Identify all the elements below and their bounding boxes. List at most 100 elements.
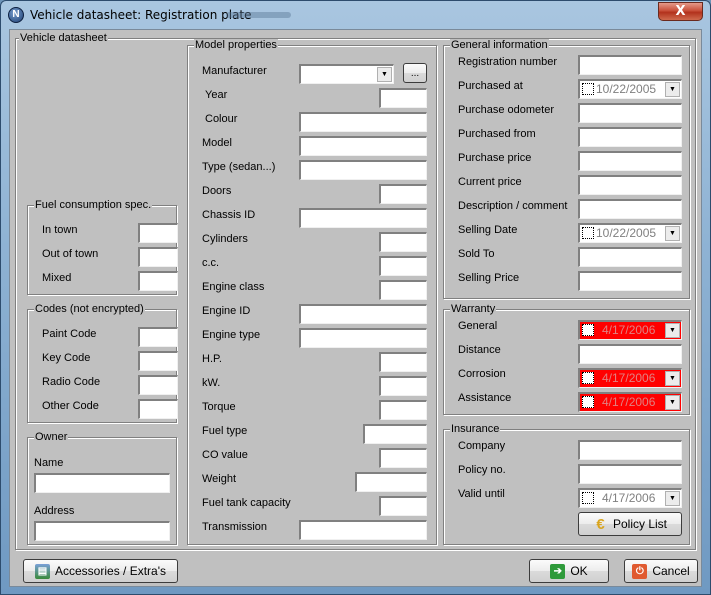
in-town-input[interactable]	[138, 223, 178, 243]
engine-class-label: Engine class	[202, 281, 265, 293]
cylinders-input[interactable]	[379, 232, 427, 252]
fuel-consumption-group: Fuel consumption spec. In town Out of to…	[27, 199, 178, 295]
warranty-corrosion-checkbox[interactable]	[582, 372, 594, 384]
warranty-assistance-datepicker[interactable]: 4/17/2006 ▼	[578, 392, 682, 412]
doors-label: Doors	[202, 185, 232, 197]
other-code-input[interactable]	[138, 399, 178, 419]
chevron-down-icon[interactable]: ▼	[665, 323, 680, 338]
warranty-assistance-checkbox[interactable]	[582, 396, 594, 408]
fuel-type-input[interactable]	[363, 424, 427, 444]
engine-class-input[interactable]	[379, 280, 427, 300]
purchase-odometer-label: Purchase odometer	[458, 104, 554, 116]
cancel-button[interactable]: ⏻ Cancel	[624, 559, 698, 583]
ok-label: OK	[570, 564, 588, 578]
colour-input[interactable]	[299, 112, 427, 132]
description-label: Description / comment	[458, 200, 568, 212]
hp-input[interactable]	[379, 352, 427, 372]
sold-to-input[interactable]	[578, 247, 682, 267]
key-code-input[interactable]	[138, 351, 178, 371]
current-price-input[interactable]	[578, 175, 682, 195]
general-information-group: General information Registration number …	[443, 39, 690, 299]
insurance-company-input[interactable]	[578, 440, 682, 460]
paint-code-label: Paint Code	[42, 328, 97, 340]
radio-code-input[interactable]	[138, 375, 178, 395]
warranty-general-label: General	[458, 320, 498, 332]
title-bar[interactable]: N Vehicle datasheet: Registration plate …	[1, 1, 710, 29]
selling-price-input[interactable]	[578, 271, 682, 291]
window-title: Vehicle datasheet: Registration plate	[30, 8, 252, 22]
model-input[interactable]	[299, 136, 427, 156]
manufacturer-browse-button[interactable]: ...	[403, 63, 427, 83]
colour-label: Colour	[205, 113, 238, 125]
warranty-general-checkbox[interactable]	[582, 324, 594, 336]
year-input[interactable]	[379, 88, 427, 108]
purchase-odometer-input[interactable]	[578, 103, 682, 123]
out-of-town-input[interactable]	[138, 247, 178, 267]
chevron-down-icon[interactable]: ▼	[665, 82, 680, 97]
cc-input[interactable]	[379, 256, 427, 276]
mixed-input[interactable]	[138, 271, 178, 291]
co-value-label: CO value	[202, 449, 248, 461]
valid-until-datepicker[interactable]: 4/17/2006 ▼	[578, 488, 682, 508]
model-properties-group: Model properties Manufacturer ▼ ... Year…	[187, 39, 437, 545]
warranty-corrosion-datepicker[interactable]: 4/17/2006 ▼	[578, 368, 682, 388]
fuel-tank-capacity-input[interactable]	[379, 496, 427, 516]
owner-address-input[interactable]	[34, 521, 170, 541]
warranty-distance-input[interactable]	[578, 344, 682, 364]
warranty-general-datepicker[interactable]: 4/17/2006 ▼	[578, 320, 682, 340]
selling-date-datepicker[interactable]: 10/22/2005 ▼	[578, 223, 682, 243]
codes-legend: Codes (not encrypted)	[34, 303, 145, 316]
manufacturer-select[interactable]: ▼	[299, 64, 394, 84]
kw-input[interactable]	[379, 376, 427, 396]
purchase-price-input[interactable]	[578, 151, 682, 171]
description-input[interactable]	[578, 199, 682, 219]
engine-id-input[interactable]	[299, 304, 427, 324]
weight-input[interactable]	[355, 472, 427, 492]
app-icon: N	[8, 7, 24, 23]
doors-input[interactable]	[379, 184, 427, 204]
selling-date-checkbox[interactable]	[582, 227, 594, 239]
chassis-id-input[interactable]	[299, 208, 427, 228]
purchased-at-datepicker[interactable]: 10/22/2005 ▼	[578, 79, 682, 99]
valid-until-checkbox[interactable]	[582, 492, 594, 504]
transmission-input[interactable]	[299, 520, 427, 540]
warranty-distance-label: Distance	[458, 344, 501, 356]
blurred-title-suffix	[226, 12, 291, 18]
euro-icon: €	[596, 515, 605, 533]
torque-input[interactable]	[379, 400, 427, 420]
type-input[interactable]	[299, 160, 427, 180]
policy-no-input[interactable]	[578, 464, 682, 484]
purchased-at-checkbox[interactable]	[582, 83, 594, 95]
purchased-at-value: 10/22/2005	[596, 82, 657, 96]
close-button[interactable]: X	[658, 2, 703, 21]
co-value-input[interactable]	[379, 448, 427, 468]
warranty-assistance-label: Assistance	[458, 392, 512, 404]
ok-button[interactable]: ➔ OK	[529, 559, 609, 583]
vehicle-datasheet-legend: Vehicle datasheet	[19, 32, 108, 45]
arrow-right-icon: ➔	[550, 563, 566, 579]
purchased-from-label: Purchased from	[458, 128, 536, 140]
valid-until-label: Valid until	[458, 488, 505, 500]
policy-list-button[interactable]: € Policy List	[578, 512, 682, 536]
warranty-corrosion-value: 4/17/2006	[602, 371, 656, 385]
engine-type-input[interactable]	[299, 328, 427, 348]
paint-code-input[interactable]	[138, 327, 178, 347]
chevron-down-icon[interactable]: ▼	[665, 395, 680, 410]
codes-group: Codes (not encrypted) Paint Code Key Cod…	[27, 303, 178, 423]
chevron-down-icon[interactable]: ▼	[665, 226, 680, 241]
owner-name-input[interactable]	[34, 473, 170, 493]
type-label: Type (sedan...)	[202, 161, 276, 173]
policy-list-label: Policy List	[612, 517, 668, 531]
in-town-label: In town	[42, 224, 78, 236]
insurance-legend: Insurance	[450, 423, 501, 436]
purchased-from-input[interactable]	[578, 127, 682, 147]
accessories-button[interactable]: ▤ Accessories / Extra's	[23, 559, 178, 583]
dialog-client: Vehicle datasheet Fuel consumption spec.…	[9, 29, 702, 587]
chevron-down-icon[interactable]: ▼	[665, 371, 680, 386]
chevron-down-icon[interactable]: ▼	[377, 67, 392, 82]
current-price-label: Current price	[458, 176, 522, 188]
accessories-label: Accessories / Extra's	[55, 564, 166, 578]
registration-number-input[interactable]	[578, 55, 682, 75]
owner-address-label: Address	[34, 505, 75, 517]
chevron-down-icon[interactable]: ▼	[665, 491, 680, 506]
